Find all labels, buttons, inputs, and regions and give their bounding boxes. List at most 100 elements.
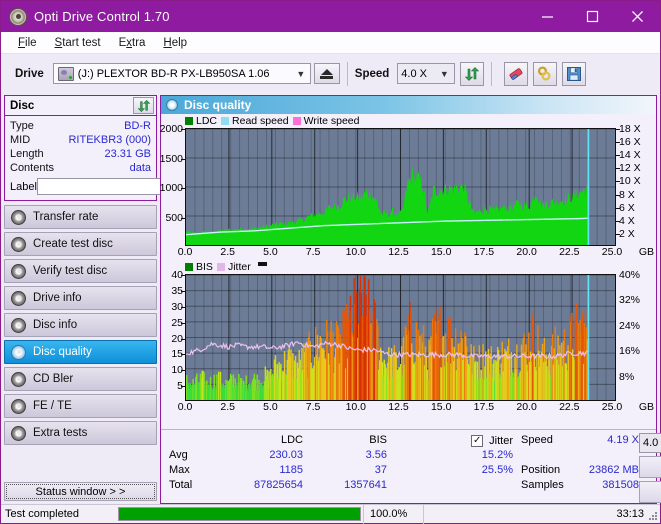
y2-tick-label: 16% [619,345,641,358]
disc-row-length: Length 23.31 GB [10,147,151,161]
stats-bis-total: 1357641 [344,479,387,491]
chart-bis-y2-axis: 8% 16% 24% 32% 40% [616,269,656,401]
legend-item-ldc: LDC [185,115,217,127]
sidebar-item-verify-test-disc[interactable]: Verify test disc [4,259,157,283]
chart-ldc-y-axis: 500 1000 1500 2000 [159,123,185,246]
test-speed-select[interactable]: 4.0 X ▼ [639,433,661,453]
window-title: Opti Drive Control 1.70 [34,9,170,24]
sidebar-item-label: Transfer rate [33,211,99,223]
disc-panel-title: Disc [10,99,35,112]
erase-button[interactable] [504,61,529,86]
disc-row-contents-value: data [129,162,151,174]
stats-speed-value: 4.19 X [607,434,639,446]
legend-label-read-speed: Read speed [232,115,289,127]
close-icon[interactable] [615,1,660,32]
jitter-checkbox[interactable]: ✓ [471,434,484,447]
start-part-button[interactable]: Start part [639,481,661,503]
bookmark-button[interactable] [533,61,558,86]
elapsed-time: 33:13 [423,504,660,524]
start-full-button[interactable]: Start full [639,456,661,478]
drive-select[interactable]: (J:) PLEXTOR BD-R PX-LB950SA 1.06 ▼ [52,63,311,84]
legend-swatch-bis [185,263,193,271]
main-panel-title: Disc quality [184,98,252,112]
y2-tick-label: 18 X [619,123,641,135]
y-tick-label: 1500 [159,152,183,165]
disc-icon [11,236,26,252]
jitter-header: ✓ Jitter [407,433,517,448]
sidebar-item-create-test-disc[interactable]: Create test disc [4,232,157,256]
speed-select[interactable]: 4.0 X ▼ [397,63,456,84]
y2-tick-mark [616,220,620,222]
stats-actions: 4.0 X ▼ Start full Start part [639,433,661,503]
refresh-button[interactable] [460,61,485,86]
stats-ldc-avg: 230.03 [269,449,303,461]
chart-ldc-plot [185,128,616,246]
legend-label-bis: BIS [196,261,213,273]
menu-bar: File Start test Extra Help [1,32,660,54]
menu-help[interactable]: Help [154,35,196,51]
x-tick-label: 17.5 [473,246,495,258]
chart-ldc-svg [186,129,615,245]
sidebar-item-disc-info[interactable]: Disc info [4,313,157,337]
stats-avg-row: 230.03 3.56 [207,448,407,463]
legend-swatch-write-speed [292,117,301,125]
maximize-icon[interactable] [570,1,615,32]
y2-tick-label: 16 X [619,136,641,149]
save-button[interactable] [562,61,587,86]
test-speed-value: 4.0 X [643,437,661,449]
sidebar-item-transfer-rate[interactable]: Transfer rate [4,205,157,229]
stats-position-row: Position 23862 MB [521,463,639,478]
sidebar-item-drive-info[interactable]: Drive info [4,286,157,310]
disc-label-row: Label [10,177,238,196]
disc-icon [11,425,26,441]
menu-extra[interactable]: Extra [110,35,155,51]
speed-label: Speed [354,67,390,80]
body: Disc Type BD-R MID RITEKBR3 (000) Length… [1,93,661,504]
chart-bis-x-axis: 0.0 2.5 5.0 7.5 10.0 12.5 15.0 17.5 20.0 22.5 25.0… [161,401,656,415]
main-panel: Disc quality LDC Read speed Write speed … [159,95,661,504]
status-window-button[interactable]: Status window > > [4,482,157,501]
progress-percent: 100.0% [363,504,423,524]
disc-icon [11,344,26,360]
x-axis-unit: GB [638,246,654,258]
x-tick-label: 12.5 [388,401,409,413]
resize-grip-icon[interactable] [647,510,658,521]
sidebar-item-label: FE / TE [33,400,72,412]
sidebar-item-label: Drive info [33,292,82,304]
eject-button[interactable] [313,63,340,84]
stats-jitter-max: 25.5% [481,464,513,476]
sidebar: Disc Type BD-R MID RITEKBR3 (000) Length… [1,93,238,504]
chart-bis-plotwrap: 510152025303540 8% 16% 24% 32% 40% [161,269,656,401]
sidebar-item-disc-quality[interactable]: Disc quality [4,340,157,364]
sidebar-item-fe-te[interactable]: FE / TE [4,394,157,418]
save-icon [567,66,582,81]
stats-spacer-row [521,448,639,463]
y2-tick-mark [616,168,620,170]
disc-row-type-value: BD-R [124,120,151,132]
sidebar-item-extra-tests[interactable]: Extra tests [4,421,157,445]
legend-item-write-speed: Write speed [292,115,360,127]
stats-position-value: 23862 MB [588,464,639,476]
x-tick-label: 2.5 [220,401,235,413]
disc-info-rows: Type BD-R MID RITEKBR3 (000) Length 23.3… [5,116,238,200]
x-tick-label: 10.0 [345,246,367,258]
menu-start-test[interactable]: Start test [46,35,110,51]
disc-panel: Disc Type BD-R MID RITEKBR3 (000) Length… [4,95,238,201]
y2-tick-label: 8% [619,370,635,383]
stats-max-row: 1185 37 [207,463,407,478]
disc-refresh-button[interactable] [133,97,154,114]
disc-row-mid: MID RITEKBR3 (000) [10,133,151,147]
minimize-icon[interactable] [525,1,570,32]
refresh-icon [465,66,480,81]
stats-samples-row: Samples 381508 [521,478,639,493]
y2-tick-label: 8 X [619,188,635,201]
refresh-icon [137,99,150,112]
legend-label-write-speed: Write speed [303,115,360,127]
sidebar-item-cd-bler[interactable]: CD Bler [4,367,157,391]
disc-row-length-key: Length [10,148,44,160]
stats-samples-value: 381508 [602,479,639,491]
menu-file[interactable]: File [9,35,46,51]
y2-tick-label: 12 X [619,162,641,175]
x-tick-label: 2.5 [220,246,235,258]
